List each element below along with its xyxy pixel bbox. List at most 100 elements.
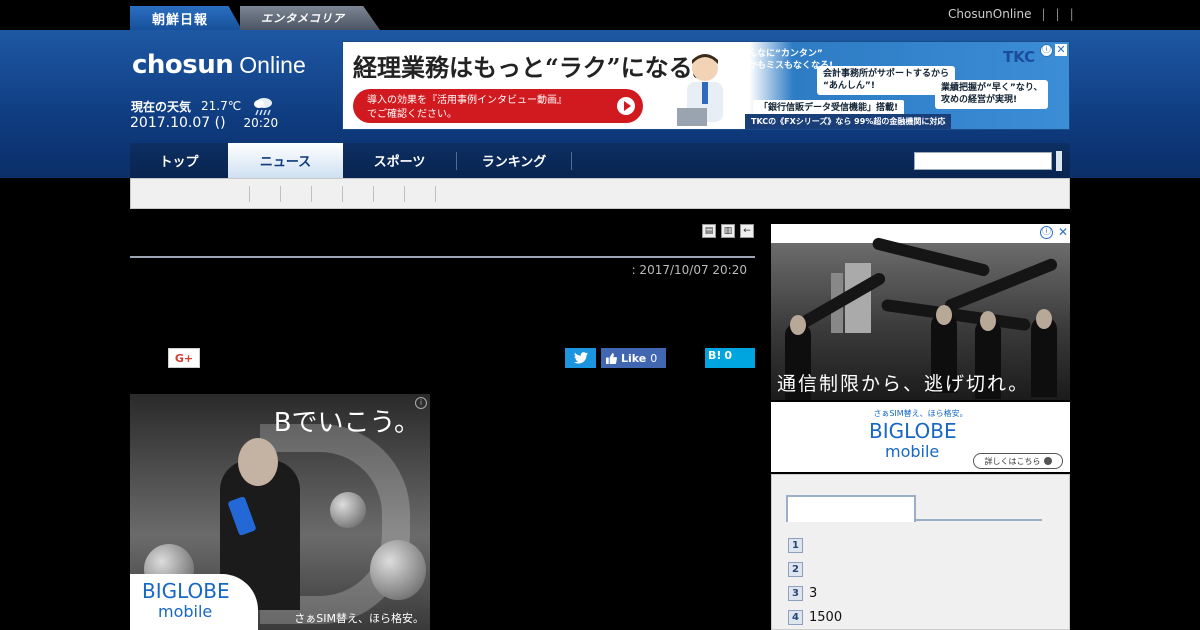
ranking-item[interactable]: 4 1500: [788, 605, 842, 629]
sidebar-ad-2[interactable]: さぁSIM替え、ほら格安。 BIGLOBE mobile 詳しくはこちら: [771, 402, 1070, 472]
ranking-item[interactable]: 1: [788, 533, 842, 557]
person-face-graphic: [790, 315, 806, 335]
twitter-share-button[interactable]: [565, 348, 596, 368]
separator: |: [1069, 7, 1074, 21]
ranking-item[interactable]: 2: [788, 557, 842, 581]
sub-nav: [130, 178, 1070, 209]
ad-copy-line: 会計事務所がサポートするから: [823, 69, 950, 79]
ad-info-icon[interactable]: i: [415, 397, 427, 409]
biglobe-logo-line2: mobile: [885, 442, 940, 461]
site-logo[interactable]: chosun Online: [132, 50, 306, 80]
thumbs-up-icon: [606, 352, 617, 364]
article-date: : 2017/10/07 20:20: [631, 263, 747, 277]
nav-item-sports[interactable]: スポーツ: [343, 143, 456, 178]
search-button[interactable]: [1056, 151, 1062, 171]
search-input[interactable]: [914, 152, 1052, 170]
rank-number: 2: [788, 561, 803, 577]
rank-number: 4: [788, 609, 803, 625]
person-face-graphic: [1036, 309, 1052, 329]
facebook-like-button[interactable]: Like 0: [601, 348, 666, 368]
ad-copy-box-3: 業績把握が“早く”なり、 攻めの経営が実現!: [935, 80, 1049, 110]
ranking-item[interactable]: 3 3: [788, 581, 842, 605]
nav-item-top[interactable]: トップ: [130, 143, 228, 178]
ad-copy-line: “あんしん”!: [823, 80, 875, 91]
like-label: Like: [621, 351, 647, 365]
article-divider: [130, 256, 755, 258]
google-plus-share-button[interactable]: G+: [168, 348, 200, 368]
rank-title[interactable]: 1500: [809, 610, 842, 625]
logo-sub-text: Online: [239, 52, 306, 78]
subnav-separator: [342, 186, 343, 202]
ad-tagline: さぁSIM替え、ほら格安。: [294, 612, 424, 625]
ad-close-icon[interactable]: ✕: [1058, 225, 1068, 239]
article-ad[interactable]: Bでいこう。 BIGLOBE mobile さぁSIM替え、ほら格安。 i: [130, 394, 430, 630]
ad-headline: 経理業務はもっと“ラク”になる。: [353, 53, 717, 82]
ad-cta-line2: でご確認ください。: [367, 108, 457, 120]
separator: |: [1041, 7, 1046, 21]
tkc-logo: TKC: [1003, 48, 1036, 66]
ad-copy-box-5: TKCの《FXシリーズ》なら 99%超の金融機関に対応: [745, 114, 952, 129]
ad-copy-line: 業績把握が“早く”なり、: [941, 83, 1043, 93]
man-head: [238, 438, 278, 486]
person-face-graphic: [980, 311, 996, 331]
subnav-separator: [373, 186, 374, 202]
text-size-icon[interactable]: ▥: [721, 224, 735, 238]
subnav-separator: [249, 186, 250, 202]
hatena-label: B!: [708, 349, 722, 362]
article-tools: ▤ ▥ ←: [702, 224, 754, 238]
sphere-graphic: [330, 492, 366, 528]
site-tab-chosun[interactable]: 朝鮮日報: [130, 6, 242, 30]
person-graphic: [1031, 317, 1057, 397]
nav-item-ranking[interactable]: ランキング: [457, 143, 571, 178]
arrow-circle-icon: [1043, 457, 1052, 465]
person-face-graphic: [936, 305, 952, 325]
ad-copy: Bでいこう。: [273, 408, 420, 438]
ad-tagline: さぁSIM替え、ほら格安。: [873, 409, 968, 418]
nav-separator: [571, 151, 572, 170]
ad-info-icon[interactable]: ⓘ: [1040, 44, 1053, 57]
sidebar-ad-1[interactable]: 通信制限から、逃げ切れ。 ⓘ ✕: [771, 224, 1070, 400]
hatena-bookmark-button[interactable]: B! 0: [705, 348, 755, 368]
ranking-tab-border: [916, 519, 1042, 521]
logo-main-text: chosun: [132, 50, 234, 80]
ranking-panel: 1 2 3 3 4 1500: [771, 474, 1070, 630]
ranking-list: 1 2 3 3 4 1500: [788, 533, 842, 629]
top-links: ChosunOnline | | |: [948, 7, 1074, 21]
chosun-online-link[interactable]: ChosunOnline: [948, 7, 1032, 21]
subnav-separator: [404, 186, 405, 202]
main-nav: トップ ニュース スポーツ ランキング: [130, 143, 1070, 178]
ranking-tab-active[interactable]: [786, 495, 916, 522]
play-arrow-icon: [617, 97, 635, 115]
details-button[interactable]: 詳しくはこちら: [973, 453, 1063, 469]
creature-arm-graphic: [871, 236, 991, 278]
biglobe-logo-line1: BIGLOBE: [869, 419, 957, 443]
weather-label: 現在の天気: [131, 99, 192, 114]
temperature: 21.7℃: [201, 99, 242, 113]
current-time: 20:20: [243, 116, 279, 130]
twitter-bird-icon: [573, 352, 588, 364]
biglobe-logo-line1: BIGLOBE: [142, 579, 230, 603]
rank-number: 1: [788, 537, 803, 553]
nav-item-news[interactable]: ニュース: [228, 143, 343, 178]
site-tab-entame[interactable]: エンタメコリア: [240, 6, 380, 30]
date-line: 2017.10.07 () 20:20: [130, 115, 278, 131]
details-label: 詳しくはこちら: [984, 456, 1041, 466]
ad-copy-line: こんなに“カンタン”: [739, 49, 823, 59]
rank-title[interactable]: 3: [809, 586, 817, 601]
ad-cta-line1: 導入の効果を『活用事例インタビュー動画』: [367, 95, 567, 106]
sphere-graphic: [370, 540, 426, 600]
like-count: 0: [650, 351, 658, 365]
subnav-separator: [311, 186, 312, 202]
back-arrow-icon[interactable]: ←: [740, 224, 754, 238]
subnav-separator: [280, 186, 281, 202]
print-icon[interactable]: ▤: [702, 224, 716, 238]
ad-cta-button[interactable]: 導入の効果を『活用事例インタビュー動画』 でご確認ください。: [353, 89, 643, 123]
rank-number: 3: [788, 585, 803, 601]
ad-close-icon[interactable]: ✕: [1055, 44, 1067, 56]
header-banner-ad[interactable]: 経理業務はもっと“ラク”になる。 導入の効果を『活用事例インタビュー動画』 でご…: [342, 41, 1070, 130]
subnav-separator: [435, 186, 436, 202]
ad-caption: 通信制限から、逃げ切れ。: [777, 373, 1030, 395]
biglobe-logo-line2: mobile: [158, 602, 213, 621]
ad-info-icon[interactable]: ⓘ: [1040, 226, 1053, 239]
businessman-illustration-icon: [677, 54, 723, 126]
